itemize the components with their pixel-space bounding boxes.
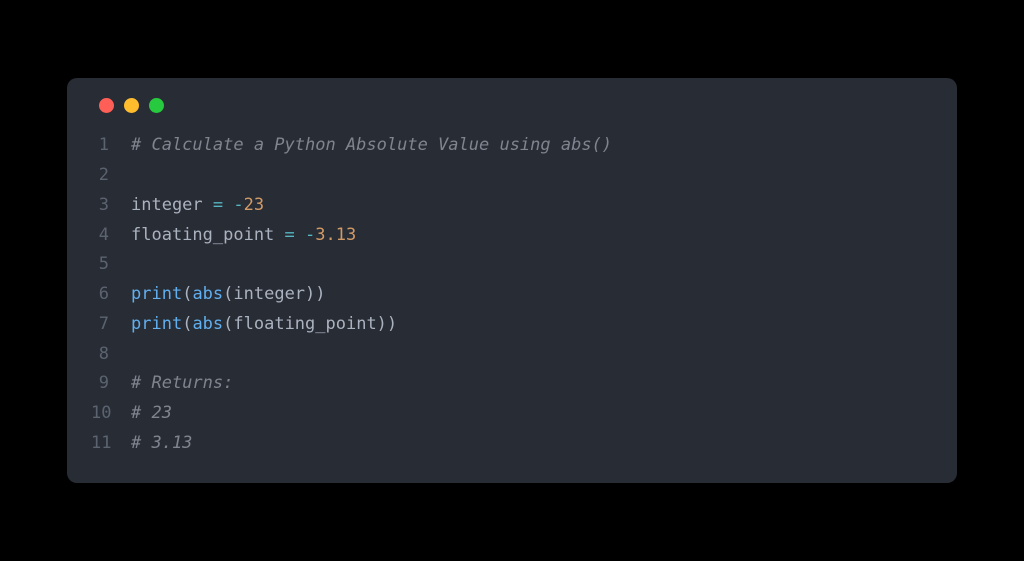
code-token: (	[182, 284, 192, 304]
line-number: 6	[91, 280, 131, 310]
maximize-icon[interactable]	[149, 98, 164, 113]
code-token: print	[131, 314, 182, 334]
line-number: 1	[91, 131, 131, 161]
code-token	[223, 195, 233, 215]
line-number: 7	[91, 310, 131, 340]
code-token: # 23	[131, 403, 172, 423]
code-line: 10# 23	[91, 399, 933, 429]
code-token	[295, 225, 305, 245]
code-token: =	[213, 195, 223, 215]
code-line: 7print(abs(floating_point))	[91, 310, 933, 340]
code-token: (	[182, 314, 192, 334]
line-number: 11	[91, 429, 131, 459]
line-number: 2	[91, 161, 131, 191]
code-line: 5	[91, 250, 933, 280]
line-content: # 23	[131, 399, 172, 429]
code-token: # Returns:	[131, 373, 233, 393]
window-titlebar	[91, 98, 933, 131]
code-token: abs	[192, 284, 223, 304]
code-token: -	[233, 195, 243, 215]
code-line: 1# Calculate a Python Absolute Value usi…	[91, 131, 933, 161]
line-number: 10	[91, 399, 131, 429]
code-token: 23	[244, 195, 264, 215]
code-line: 11# 3.13	[91, 429, 933, 459]
code-token: abs	[192, 314, 223, 334]
code-token: floating_point	[131, 225, 285, 245]
code-token: print	[131, 284, 182, 304]
code-token: # 3.13	[131, 433, 192, 453]
code-editor: 1# Calculate a Python Absolute Value usi…	[91, 131, 933, 458]
line-content: # 3.13	[131, 429, 192, 459]
line-number: 5	[91, 250, 131, 280]
line-content: floating_point = -3.13	[131, 221, 356, 251]
line-content: # Returns:	[131, 369, 233, 399]
line-content: print(abs(floating_point))	[131, 310, 397, 340]
line-content: integer = -23	[131, 191, 264, 221]
minimize-icon[interactable]	[124, 98, 139, 113]
code-token: # Calculate a Python Absolute Value usin…	[131, 135, 612, 155]
code-line: 6print(abs(integer))	[91, 280, 933, 310]
line-number: 9	[91, 369, 131, 399]
close-icon[interactable]	[99, 98, 114, 113]
line-number: 8	[91, 340, 131, 370]
code-line: 9# Returns:	[91, 369, 933, 399]
code-token: =	[285, 225, 295, 245]
code-token: 3.13	[315, 225, 356, 245]
line-content: # Calculate a Python Absolute Value usin…	[131, 131, 612, 161]
code-window: 1# Calculate a Python Absolute Value usi…	[67, 78, 957, 482]
code-token: integer	[131, 195, 213, 215]
line-content: print(abs(integer))	[131, 280, 326, 310]
code-line: 2	[91, 161, 933, 191]
code-token: -	[305, 225, 315, 245]
line-number: 4	[91, 221, 131, 251]
code-line: 3integer = -23	[91, 191, 933, 221]
code-token: (floating_point))	[223, 314, 397, 334]
code-token: (integer))	[223, 284, 325, 304]
code-line: 4floating_point = -3.13	[91, 221, 933, 251]
code-line: 8	[91, 340, 933, 370]
line-number: 3	[91, 191, 131, 221]
